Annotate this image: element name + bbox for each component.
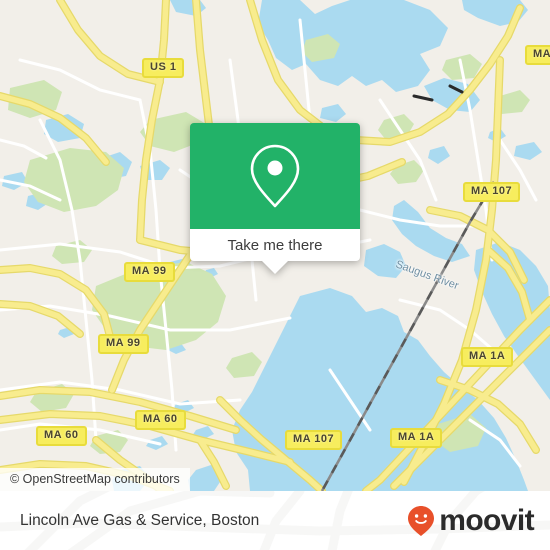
road-shield-ma-107-north[interactable]: MA 107 [463,182,521,202]
footer-bar: Lincoln Ave Gas & Service, Boston moovit [0,491,550,550]
moovit-smiley-pin-icon [408,505,435,536]
map-pin-icon [250,144,300,208]
road-shield-us-1[interactable]: US 1 [142,58,185,78]
road-shield-ma-60-west[interactable]: MA 60 [36,426,87,446]
road-shield-ma-1a-north[interactable]: MA 1A [461,347,514,367]
popup-header [190,123,360,229]
road-shield-ma-107-south[interactable]: MA 107 [285,430,343,450]
place-title: Lincoln Ave Gas & Service, Boston [20,511,260,529]
location-popup-card[interactable]: Take me there [190,123,360,274]
take-me-there-button[interactable]: Take me there [190,229,360,261]
road-shield-ma-99-south[interactable]: MA 99 [98,334,149,354]
road-shield-ma-99-north[interactable]: MA 99 [124,262,175,282]
osm-attribution[interactable]: © OpenStreetMap contributors [0,468,190,491]
moovit-logo[interactable]: moovit [407,491,535,550]
map-screenshot: US 1 MA MA 107 MA 99 MA 99 MA 1A MA 60 M… [0,0,550,550]
road-shield-ma-1a-south[interactable]: MA 1A [390,428,443,448]
road-shield-ma-60-east[interactable]: MA 60 [135,410,186,430]
popup-pointer-tail [262,261,288,274]
moovit-wordmark: moovit [439,503,534,537]
road-shield-ma-top-right[interactable]: MA [525,45,550,65]
